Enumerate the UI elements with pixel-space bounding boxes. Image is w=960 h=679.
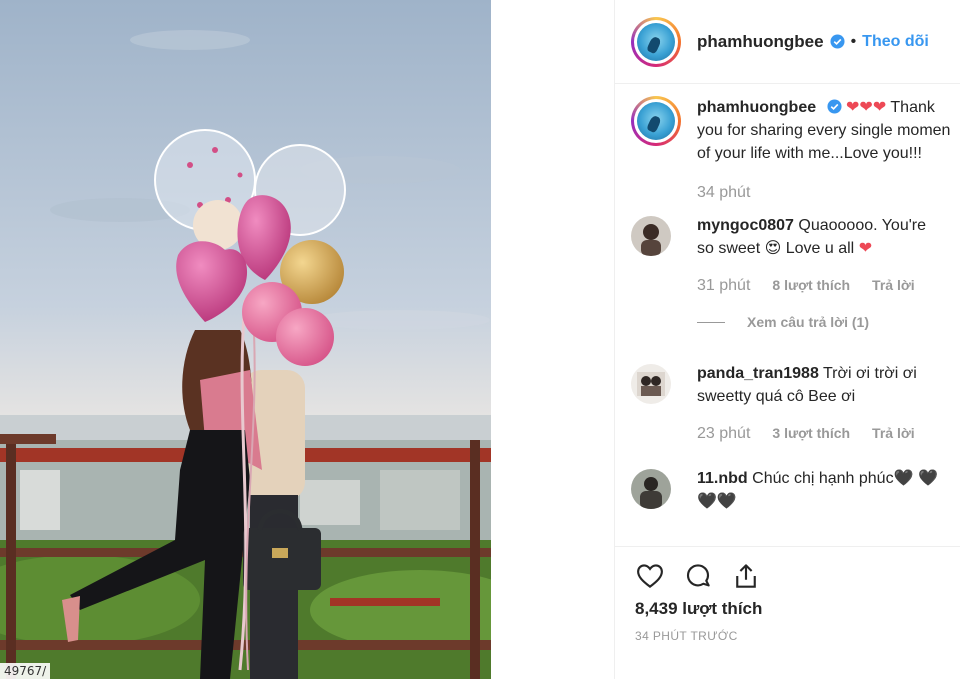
caption-text-line2: you for sharing every single momen — [697, 122, 951, 139]
comment-text: Love u all — [785, 240, 855, 257]
author-avatar[interactable] — [631, 16, 681, 67]
comment-likes[interactable]: 3 lượt thích — [772, 422, 850, 445]
black-heart-emoji-icon: 🖤 — [917, 470, 938, 487]
post-side-panel: phamhuongbee • Theo dõi phamhuongbee ❤❤❤ — [614, 0, 960, 679]
photo-watermark-text: 49767/ — [0, 663, 51, 679]
caption-author-avatar[interactable] — [631, 96, 681, 146]
verified-badge-icon — [827, 99, 842, 114]
follow-button[interactable]: Theo dõi — [862, 33, 929, 51]
caption-time[interactable]: 34 phút — [697, 181, 750, 204]
black-heart-emoji-icon: 🖤 — [893, 470, 914, 487]
verified-badge-icon — [830, 34, 845, 49]
black-heart-emoji-icon: 🖤 — [716, 493, 737, 510]
separator-dot: • — [850, 32, 857, 50]
comment-item: panda_tran1988 Trời ơi trời ơi sweetty q… — [631, 362, 960, 445]
heart-emoji-icon: ❤ — [858, 240, 873, 257]
commenter-avatar[interactable] — [631, 364, 671, 404]
likes-count[interactable]: 8,439 lượt thích — [615, 591, 960, 619]
photo-illustration — [0, 0, 491, 679]
reply-button[interactable]: Trả lời — [872, 422, 915, 445]
heart-eyes-emoji-icon: 😍 — [764, 240, 782, 257]
view-replies-button[interactable]: Xem câu trả lời (1) — [697, 311, 926, 334]
post-header: phamhuongbee • Theo dõi — [615, 0, 960, 84]
heart-emoji-icon: ❤ — [872, 99, 887, 116]
replies-divider — [697, 322, 725, 323]
comment-text: Trời ơi trời ơi — [823, 365, 917, 382]
black-heart-emoji-icon: 🖤 — [697, 493, 717, 510]
comment-text: Quaooooo. You're — [798, 217, 927, 234]
reply-button[interactable]: Trả lời — [872, 274, 915, 297]
heart-emoji-icon: ❤ — [846, 99, 860, 116]
caption-text-line3: of your life with me...Love you!!! — [697, 145, 922, 162]
comment-item: myngoc0807 Quaooooo. You're so sweet 😍 L… — [631, 214, 960, 334]
comment-username[interactable]: myngoc0807 — [697, 217, 794, 234]
comment-time[interactable]: 23 phút — [697, 422, 750, 445]
post-actions — [615, 547, 960, 591]
comment-text: Chúc chị hạnh phúc — [752, 470, 894, 487]
post-caption: phamhuongbee ❤❤❤ Thank you for sharing e… — [631, 96, 960, 204]
heart-outline-icon[interactable] — [635, 561, 665, 591]
comment-bubble-icon[interactable] — [683, 561, 713, 591]
view-replies-label: Xem câu trả lời (1) — [747, 314, 869, 330]
post-photo[interactable]: 49767/ — [0, 0, 491, 679]
share-upload-icon[interactable] — [731, 561, 761, 591]
commenter-avatar[interactable] — [631, 469, 671, 509]
comment-text: sweetty quá cô Bee ơi — [697, 388, 856, 405]
comment-likes[interactable]: 8 lượt thích — [772, 274, 850, 297]
commenter-avatar[interactable] — [631, 216, 671, 256]
author-username[interactable]: phamhuongbee — [697, 32, 824, 52]
caption-username[interactable]: phamhuongbee — [697, 99, 816, 116]
comment-username[interactable]: panda_tran1988 — [697, 365, 819, 382]
heart-emoji-icon: ❤ — [859, 99, 873, 116]
comment-time[interactable]: 31 phút — [697, 274, 750, 297]
comment-item: 11.nbd Chúc chị hạnh phúc🖤 🖤 🖤🖤 — [631, 467, 960, 513]
comment-text: so sweet — [697, 240, 761, 257]
comment-username[interactable]: 11.nbd — [697, 470, 748, 487]
post-timestamp: 34 PHÚT TRƯỚC — [635, 629, 738, 643]
comments-list[interactable]: phamhuongbee ❤❤❤ Thank you for sharing e… — [615, 84, 960, 547]
caption-text-line1: Thank — [890, 99, 935, 116]
